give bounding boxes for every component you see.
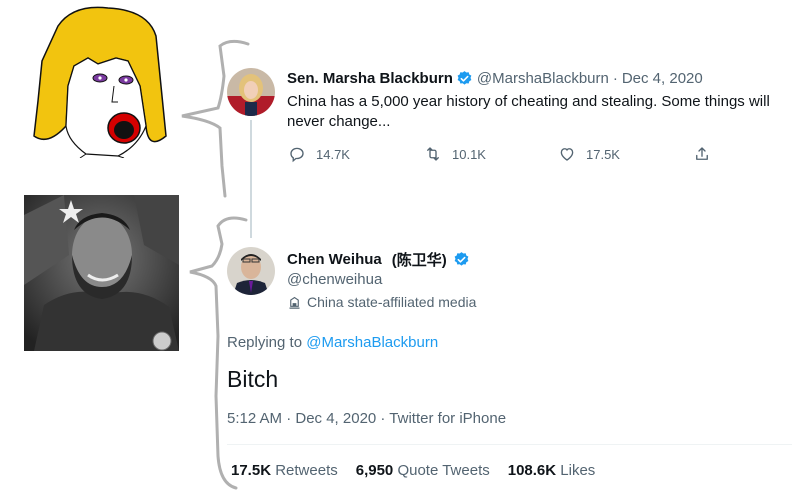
reply-count: 14.7K (316, 146, 350, 162)
divider (227, 444, 792, 445)
thread-connector-line (250, 120, 252, 238)
replying-to-link[interactable]: @MarshaBlackburn (306, 334, 438, 351)
avatar[interactable] (227, 247, 275, 295)
likes-label: Likes (560, 462, 596, 479)
chen-avatar-image (227, 247, 275, 295)
verified-badge-icon (457, 71, 472, 85)
quote-tweets-count: 6,950 (355, 462, 394, 479)
retweet-button[interactable]: 10.1K (424, 145, 486, 163)
reply-icon (290, 147, 304, 163)
retweet-icon (427, 147, 439, 161)
tweet-stats: 17.5K Retweets 6,950 Quote Tweets 108.6K… (231, 462, 595, 479)
reply-button[interactable]: 14.7K (288, 145, 350, 163)
share-button[interactable] (693, 145, 721, 163)
replying-to: Replying to @MarshaBlackburn (227, 334, 438, 351)
author-name-chinese[interactable]: (陈卫华) (392, 249, 447, 270)
author-name[interactable]: Chen Weihua (287, 251, 382, 268)
tweet2-header: Chen Weihua (陈卫华) (287, 249, 474, 270)
avatar[interactable] (227, 68, 275, 116)
verified-badge-icon (454, 252, 469, 266)
author-name[interactable]: Sen. Marsha Blackburn (287, 70, 453, 87)
likes-stat[interactable]: 108.6K Likes (508, 462, 596, 479)
state-media-text: China state-affiliated media (307, 294, 477, 310)
likes-count: 108.6K (507, 462, 557, 479)
tweet1-header: Sen. Marsha Blackburn @MarshaBlackburn ·… (287, 70, 703, 87)
retweet-count: 10.1K (452, 146, 486, 162)
like-button[interactable]: 17.5K (558, 145, 620, 163)
retweets-count: 17.5K (231, 462, 272, 479)
author-handle[interactable]: @MarshaBlackburn (477, 70, 609, 87)
heart-icon (560, 148, 574, 161)
like-count: 17.5K (586, 146, 620, 162)
retweets-stat[interactable]: 17.5K Retweets (231, 462, 338, 479)
quote-tweets-label: Quote Tweets (397, 462, 490, 479)
microphone-flag-icon (289, 296, 300, 309)
state-media-label[interactable]: China state-affiliated media (287, 294, 476, 310)
gigachad-meme-image (24, 195, 179, 351)
separator-dot: · (612, 70, 618, 87)
tweet-text: China has a 5,000 year history of cheati… (287, 93, 770, 130)
share-icon (696, 147, 708, 160)
quote-tweets-stat[interactable]: 6,950 Quote Tweets (356, 462, 490, 479)
tweet-date[interactable]: Dec 4, 2020 (622, 70, 703, 87)
wojak-meme-image (33, 6, 167, 158)
marsha-avatar-image (227, 68, 275, 116)
tweet-text: Bitch (227, 366, 279, 392)
tweet-meta[interactable]: 5:12 AM · Dec 4, 2020 · Twitter for iPho… (227, 410, 506, 427)
replying-prefix: Replying to (227, 334, 303, 351)
retweets-label: Retweets (275, 462, 338, 479)
author-handle[interactable]: @chenweihua (287, 271, 382, 288)
